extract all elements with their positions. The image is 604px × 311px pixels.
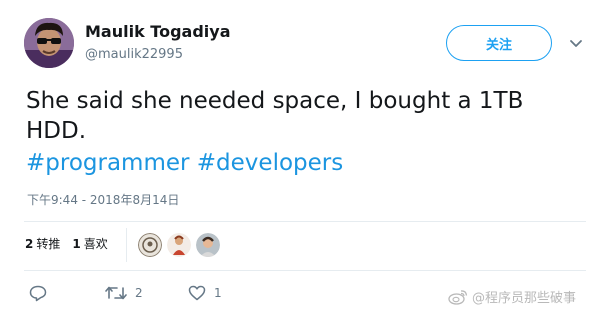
more-menu-button[interactable]	[566, 34, 586, 54]
author-avatar[interactable]	[24, 18, 74, 68]
retweet-button[interactable]: 2	[105, 285, 143, 301]
like-count: 1	[214, 286, 222, 300]
divider	[24, 221, 586, 222]
follow-button[interactable]: 关注	[446, 25, 552, 61]
stats-separator	[126, 228, 127, 262]
like-button[interactable]: 1	[188, 285, 222, 301]
reply-button[interactable]	[29, 285, 55, 302]
tweet-stats: 2 转推 1 喜欢	[25, 235, 120, 252]
retweets-label: 转推	[36, 237, 61, 251]
tweet-text-line: HDD.	[26, 118, 87, 144]
retweet-count: 2	[135, 286, 143, 300]
likes-label: 喜欢	[83, 237, 108, 251]
reply-icon	[29, 285, 47, 302]
author-name[interactable]: Maulik Togadiya	[85, 22, 230, 41]
liker-avatar-image	[138, 233, 162, 257]
tweet-text-line: She said she needed space, I bought a 1T…	[26, 88, 524, 114]
watermark: @程序员那些破事	[448, 287, 576, 306]
liker-avatar-image	[167, 233, 191, 257]
hashtag-link[interactable]: #developers	[197, 150, 343, 176]
liker-avatar-image	[196, 233, 220, 257]
liker-avatar[interactable]	[138, 233, 162, 257]
retweets-stat[interactable]: 2 转推	[25, 235, 60, 252]
author-handle[interactable]: @maulik22995	[85, 47, 183, 62]
liker-avatar[interactable]	[167, 233, 191, 257]
liker-avatar[interactable]	[196, 233, 220, 257]
heart-icon	[188, 285, 206, 301]
avatar-image	[24, 18, 74, 68]
tweet-text: She said she needed space, I bought a 1T…	[26, 86, 566, 146]
watermark-text: @程序员那些破事	[472, 291, 577, 306]
weibo-icon	[448, 289, 468, 305]
tweet-timestamp[interactable]: 下午9:44 - 2018年8月14日	[27, 191, 179, 208]
retweets-count: 2	[25, 237, 34, 251]
likes-stat[interactable]: 1 喜欢	[72, 235, 107, 252]
divider	[24, 270, 586, 271]
liker-avatars	[138, 233, 225, 257]
chevron-down-icon	[570, 40, 582, 47]
likes-count: 1	[72, 237, 81, 251]
tweet-hashtags: #programmer #developers	[26, 148, 343, 178]
hashtag-link[interactable]: #programmer	[26, 150, 189, 176]
retweet-icon	[105, 286, 127, 300]
